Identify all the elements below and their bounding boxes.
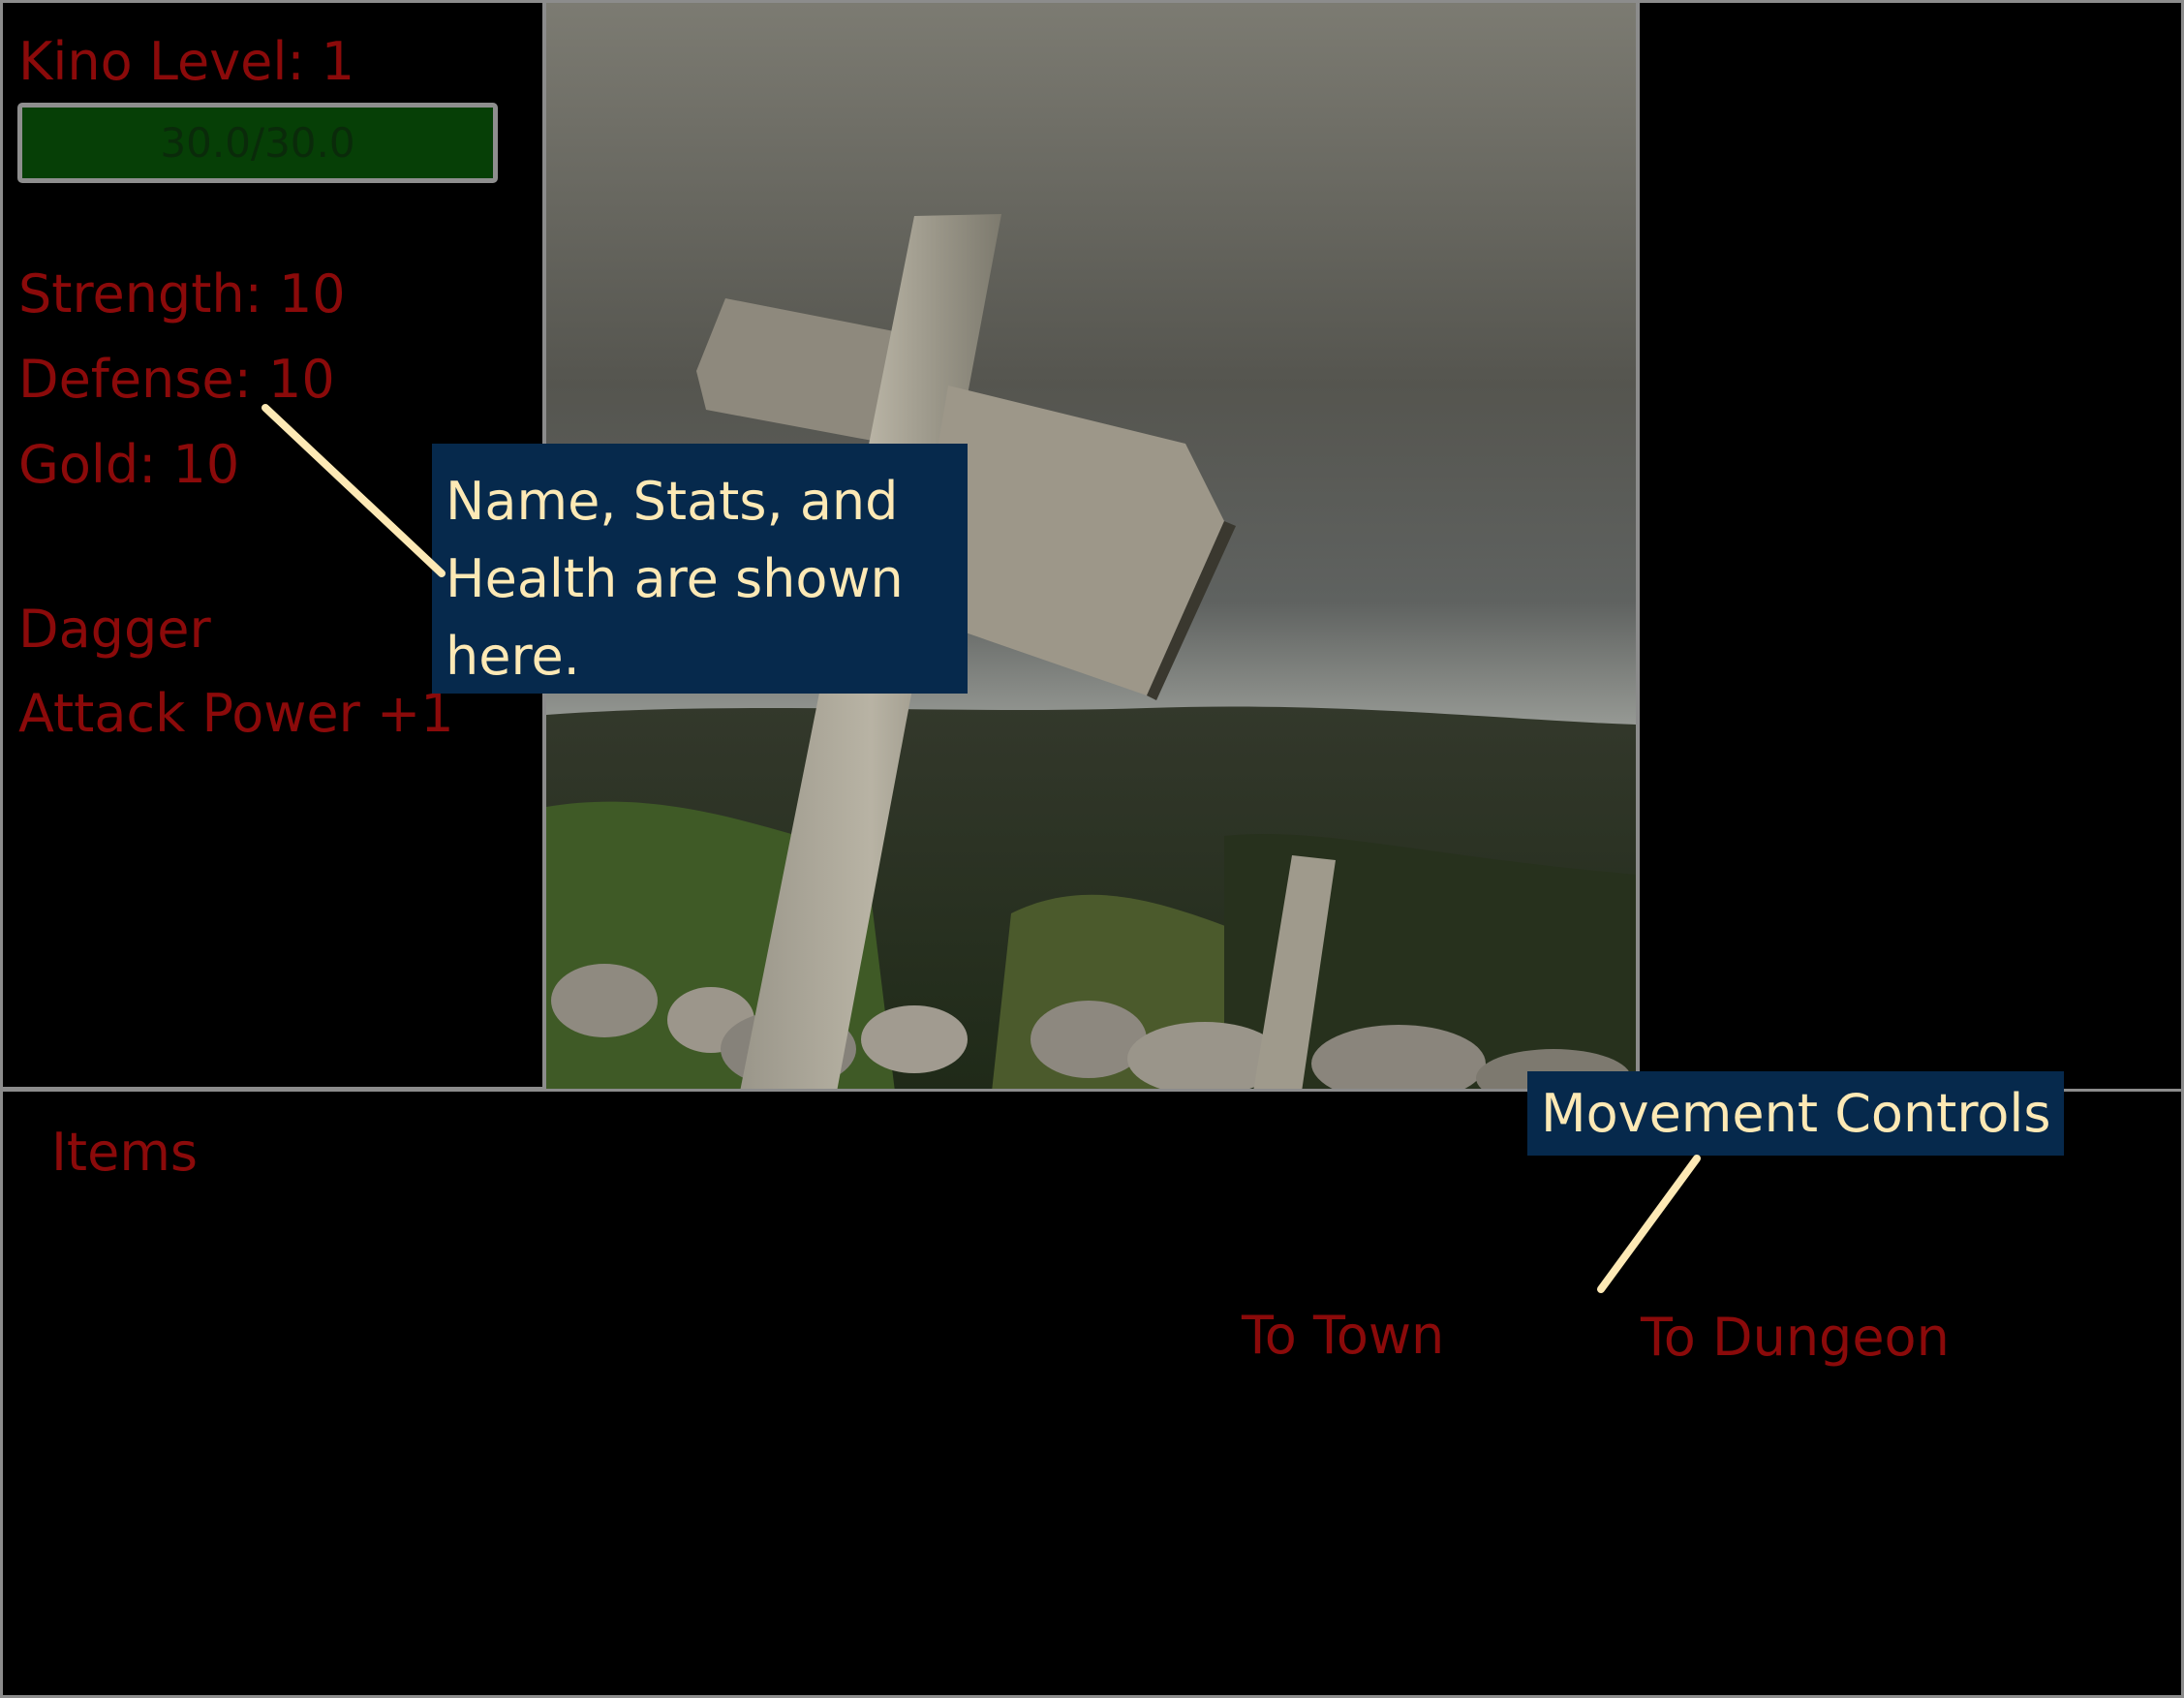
items-label[interactable]: Items <box>51 1127 198 1179</box>
stat-defense: Defense: 10 <box>18 349 335 410</box>
to-dungeon-button[interactable]: To Dungeon <box>1641 1312 1950 1364</box>
weapon-bonus: Attack Power +1 <box>18 683 454 744</box>
health-bar: 30.0/30.0 <box>17 103 498 183</box>
player-level: Kino Level: 1 <box>18 31 355 92</box>
weapon-name: Dagger <box>18 599 211 660</box>
stats-callout: Name, Stats, and Health are shown here. <box>432 444 968 694</box>
side-panel <box>1637 0 2184 1092</box>
health-value: 30.0/30.0 <box>160 119 355 167</box>
stat-strength: Strength: 10 <box>18 263 346 324</box>
bottom-panel <box>0 1089 2184 1698</box>
to-town-button[interactable]: To Town <box>1242 1310 1444 1362</box>
movement-callout: Movement Controls <box>1527 1071 2064 1156</box>
stat-gold: Gold: 10 <box>18 434 240 495</box>
